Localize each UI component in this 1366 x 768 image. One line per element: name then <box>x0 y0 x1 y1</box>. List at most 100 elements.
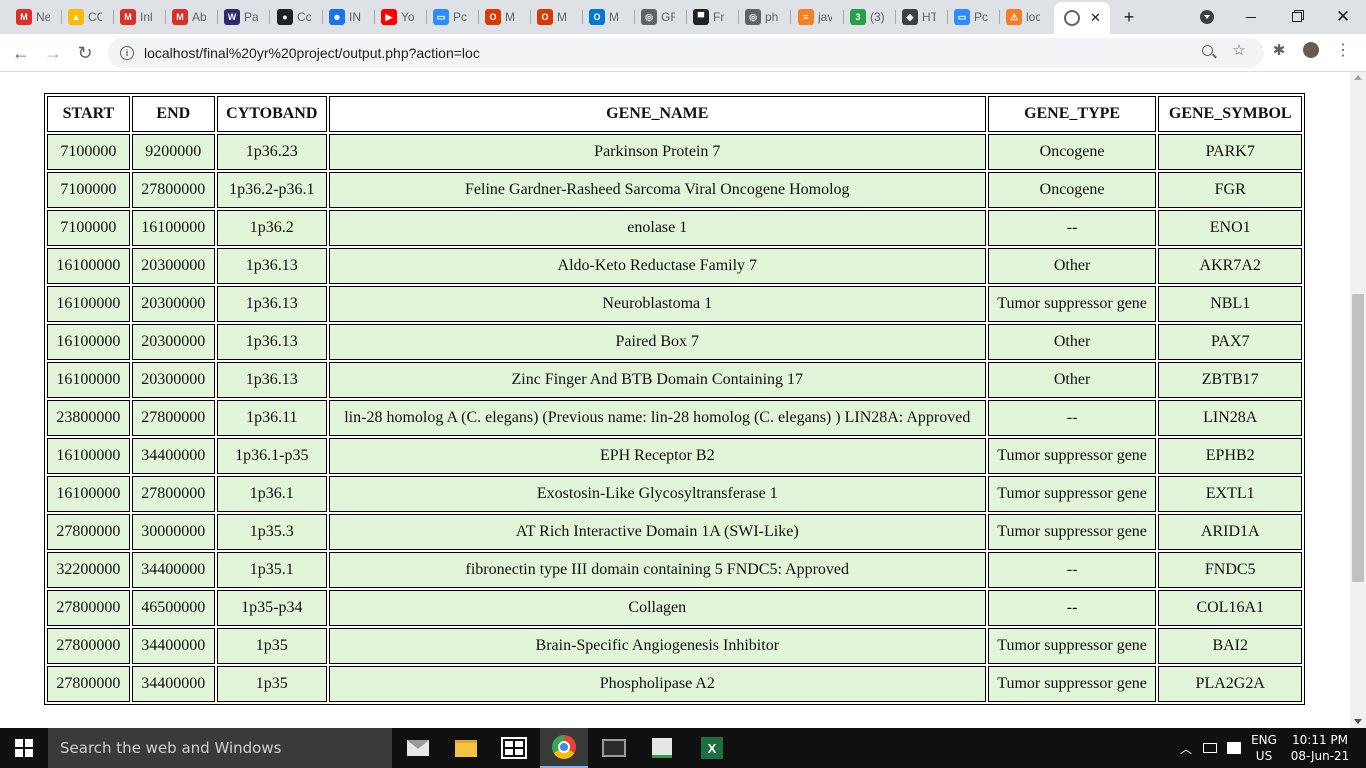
vertical-scrollbar[interactable] <box>1350 72 1366 728</box>
browser-tab-label: GF <box>661 10 675 24</box>
taskbar-search-box[interactable]: Search the web and Windows <box>48 728 392 768</box>
cell-end: 30000000 <box>131 514 215 550</box>
browser-tab[interactable]: ◈ HT <box>898 5 944 29</box>
folder-icon <box>455 739 477 757</box>
browser-tab[interactable]: ▲ CC <box>64 5 110 29</box>
cell-gene-symbol: BAI2 <box>1158 628 1302 664</box>
tab-separator <box>790 10 791 24</box>
taskbar-mail[interactable] <box>394 728 442 768</box>
excel-icon: X <box>701 737 723 759</box>
browser-tab[interactable]: ▀ Fr <box>689 5 735 29</box>
active-tab[interactable]: ✕ <box>1054 2 1110 34</box>
browser-tab[interactable]: ◎ GF <box>637 5 683 29</box>
mail-icon <box>407 740 429 756</box>
gmail-icon: M <box>172 9 188 25</box>
input-language[interactable]: ENG US <box>1246 728 1282 768</box>
tab-search-button[interactable] <box>1196 6 1218 28</box>
close-tab-icon[interactable]: ✕ <box>1090 10 1101 26</box>
zoom-icon[interactable] <box>1198 41 1217 59</box>
back-button[interactable]: ← <box>8 40 34 66</box>
cell-gene-type: Tumor suppressor gene <box>987 476 1157 512</box>
arrow-right-icon: → <box>44 42 62 63</box>
page-content: START END CYTOBAND GENE_NAME GENE_TYPE G… <box>0 72 1350 728</box>
scrollbar-thumb[interactable] <box>1352 294 1364 582</box>
more-menu-icon[interactable]: ⋮ <box>1334 41 1352 59</box>
cell-gene-symbol: PARK7 <box>1158 134 1302 170</box>
tab-separator <box>426 10 427 24</box>
reload-button[interactable]: ↻ <box>72 40 98 66</box>
taskbar-chrome[interactable] <box>540 728 588 768</box>
lang-top: ENG <box>1251 733 1277 747</box>
taskbar-file-explorer[interactable] <box>442 728 490 768</box>
profile-avatar[interactable] <box>1302 41 1320 59</box>
browser-tab[interactable]: ▭ Pc <box>950 5 996 29</box>
cell-start: 16100000 <box>47 362 130 398</box>
app-icon: W <box>224 9 240 25</box>
tab-separator <box>374 10 375 24</box>
start-button[interactable] <box>0 728 48 768</box>
address-bar[interactable]: i localhost/final%20yr%20project/output.… <box>108 38 1264 68</box>
scroll-up-arrow-icon[interactable] <box>1354 75 1362 80</box>
close-window-button[interactable]: ✕ <box>1332 6 1354 28</box>
cell-gene-type: -- <box>987 552 1157 588</box>
taskbar-store[interactable] <box>490 728 538 768</box>
cell-end: 20300000 <box>131 248 215 284</box>
cell-cytoband: 1p36.13 <box>216 324 327 360</box>
cell-end: 27800000 <box>131 172 215 208</box>
globe-icon <box>1064 10 1080 26</box>
taskbar-terminal[interactable] <box>590 728 638 768</box>
tray-notifications[interactable] <box>1224 728 1244 768</box>
taskbar-clock[interactable]: 10:11 PM 08-Jun-21 <box>1284 728 1356 768</box>
cell-cytoband: 1p36.11 <box>216 400 327 436</box>
browser-tab[interactable]: M Ne <box>12 5 58 29</box>
browser-tab[interactable]: 3 (3) <box>846 5 892 29</box>
browser-tab[interactable]: ≡ jav <box>794 5 840 29</box>
cell-gene-name: AT Rich Interactive Domain 1A (SWI-Like) <box>328 514 986 550</box>
new-tab-button[interactable]: + <box>1118 6 1140 28</box>
cell-cytoband: 1p35 <box>216 666 327 702</box>
cell-gene-name: Feline Gardner-Rasheed Sarcoma Viral Onc… <box>328 172 986 208</box>
cell-gene-name: lin-28 homolog A (C. elegans) (Previous … <box>328 400 986 436</box>
zoom-icon: ▭ <box>433 9 449 25</box>
browser-tab[interactable]: ▭ Pc <box>429 5 475 29</box>
clock-time: 10:11 PM <box>1292 733 1348 747</box>
cell-gene-name: Neuroblastoma 1 <box>328 286 986 322</box>
browser-tab[interactable]: ◎ ph <box>741 5 787 29</box>
browser-tab[interactable]: ☻ IN <box>325 5 371 29</box>
browser-tab[interactable]: OM <box>585 5 631 29</box>
extensions-icon[interactable]: ✱ <box>1270 41 1288 59</box>
cell-gene-type: Tumor suppressor gene <box>987 438 1157 474</box>
forward-button[interactable]: → <box>40 40 66 66</box>
office-icon: O <box>485 9 501 25</box>
browser-tab[interactable]: ● Cc <box>273 5 319 29</box>
browser-tab[interactable]: W Pa <box>220 5 266 29</box>
tab-separator <box>947 10 948 24</box>
bookmark-star-icon[interactable]: ☆ <box>1230 41 1248 59</box>
gmail-icon: M <box>120 9 136 25</box>
cell-cytoband: 1p36.23 <box>216 134 327 170</box>
cell-end: 46500000 <box>131 590 215 626</box>
taskbar-excel[interactable]: X <box>688 728 736 768</box>
browser-tab[interactable]: OM <box>481 5 527 29</box>
browser-tab[interactable]: ⚠ loc <box>1002 5 1048 29</box>
office-icon: O <box>537 9 553 25</box>
tray-network[interactable] <box>1200 728 1220 768</box>
table-row: 16100000 20300000 1p36.13 Aldo-Keto Reducta… <box>47 248 1302 284</box>
browser-tab[interactable]: ▶ Yo <box>377 5 423 29</box>
cell-gene-name: enolase 1 <box>328 210 986 246</box>
browser-tab[interactable]: M Inl <box>116 5 162 29</box>
info-icon[interactable]: i <box>120 46 134 60</box>
cell-gene-name: EPH Receptor B2 <box>328 438 986 474</box>
cell-gene-symbol: FNDC5 <box>1158 552 1302 588</box>
arrow-left-icon: ← <box>12 42 30 63</box>
minimize-button[interactable] <box>1240 6 1262 28</box>
cell-gene-name: Paired Box 7 <box>328 324 986 360</box>
browser-tab[interactable]: OM <box>533 5 579 29</box>
scroll-down-arrow-icon[interactable] <box>1354 719 1362 724</box>
tray-show-hidden[interactable]: ︿ <box>1178 728 1194 768</box>
browser-tab-label: ph <box>765 10 779 24</box>
restore-button[interactable] <box>1286 6 1308 28</box>
cell-cytoband: 1p36.1 <box>216 476 327 512</box>
browser-tab[interactable]: M Ab <box>168 5 214 29</box>
taskbar-task-manager[interactable] <box>638 728 686 768</box>
